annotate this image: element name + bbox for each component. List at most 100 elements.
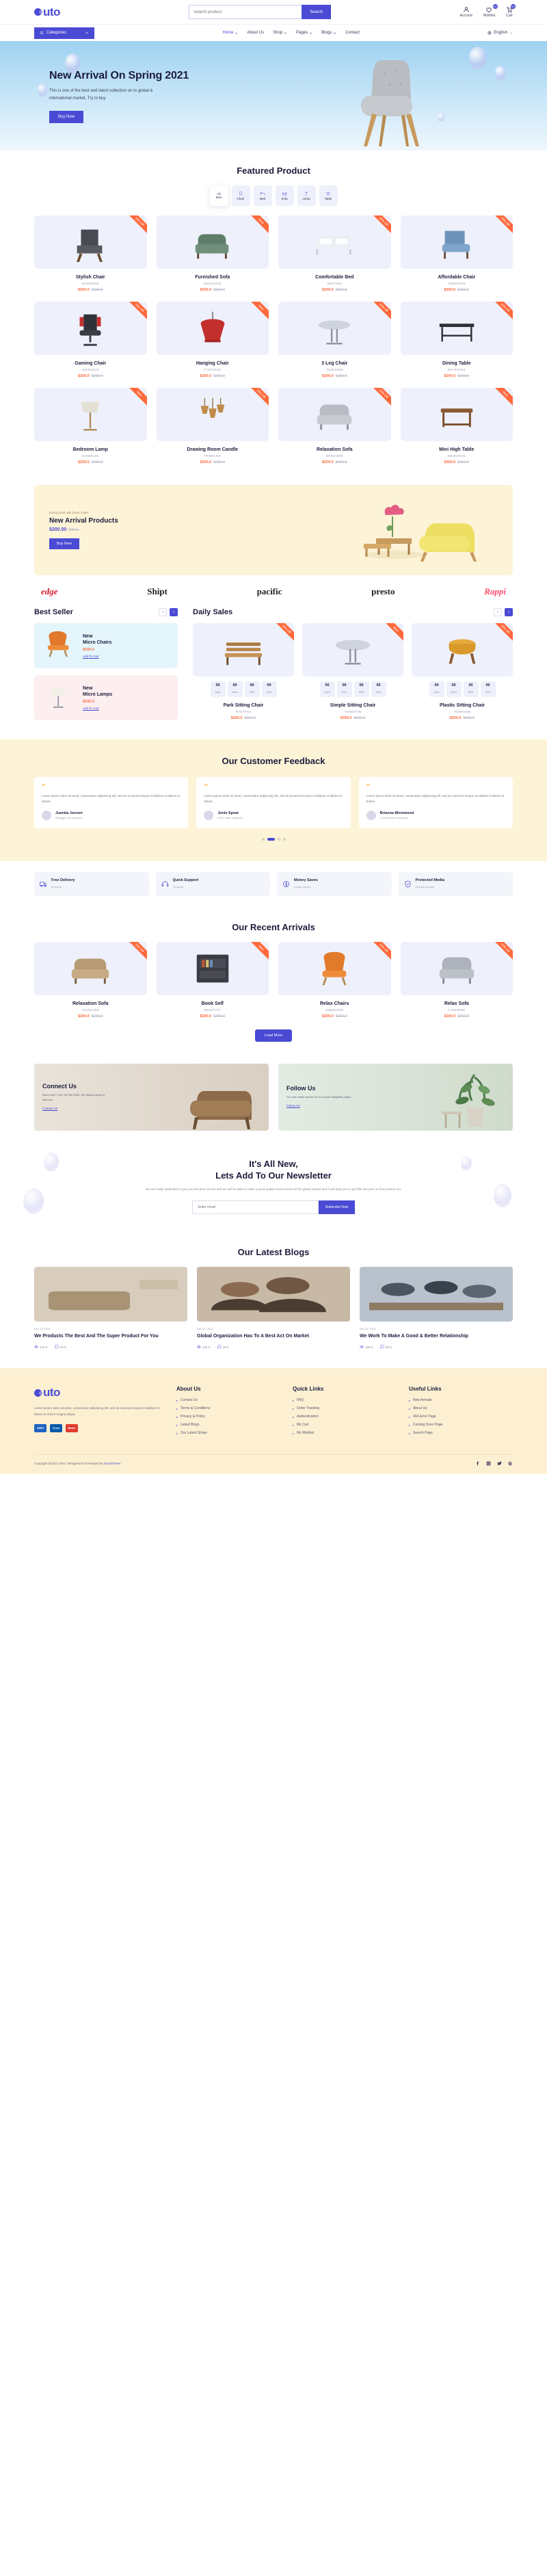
product-ribbon: 10% Off [124,302,147,325]
daily-sale-card[interactable]: 10% Off 00 Days 00 Hours 00 Mins 00 Secs Park Sit… [193,623,294,720]
footer-link[interactable]: Order Tracking [293,1406,397,1410]
product-card[interactable]: 10% Off Comfortable Bed B56TH56 $200.0 $250.… [278,215,391,292]
load-more-button[interactable]: Load More [254,1029,293,1042]
feedback-dot[interactable] [282,837,286,841]
nav-link-label: Contact [345,31,360,35]
best-seller-next-button[interactable]: › [170,608,178,616]
feedback-dot[interactable] [261,837,265,841]
newsletter-email-input[interactable] [191,1200,319,1214]
product-card[interactable]: New Mini High Table WE56HG45 $200.0 $250.0 [400,388,513,464]
newsletter-subscribe-button[interactable]: Subscribe Now [318,1200,356,1214]
nav-link-pages[interactable]: Pages [296,31,312,35]
product-card[interactable]: 15% Off 3 Leg Chair TH45SD89 $200.0 $250.0 [278,302,391,378]
nav-link-home[interactable]: Home [222,31,238,35]
nav-link-shop[interactable]: Shop [273,31,287,35]
product-price: $200.0 $250.0 [412,716,513,720]
tab-lamp[interactable]: Lamp [297,185,316,206]
add-to-cart-link[interactable]: Add To Cart [83,655,111,658]
best-seller-item[interactable]: New Micro Lamps $150.0 Add To Cart [34,675,178,720]
page-root: uto Search Account 00 Wishlist 00 Cart [0,0,547,1475]
footer-link[interactable]: Terms & Conditions [176,1406,280,1410]
tab-all-item[interactable]: All Item [209,185,228,206]
footer-link[interactable]: Authentication [293,1415,397,1419]
footer-logo[interactable]: uto [34,1386,164,1399]
tab-sofa[interactable]: Sofa [275,185,294,206]
footer-link[interactable]: Contact Us [176,1398,280,1402]
instagram-icon[interactable] [486,1461,491,1466]
footer-link[interactable]: Our Latest Shops [176,1431,280,1435]
footer-link[interactable]: Latest Blogs [176,1423,280,1427]
wishlist-button[interactable]: 00 Wishlist [483,4,498,18]
product-card[interactable]: 15% Off Relax Chairs MB56HG45 $200.0 $250.0 [278,941,391,1018]
pinterest-icon[interactable] [508,1461,513,1466]
product-card[interactable]: 15% Off Affordable Chair TR56J8765 $200.0 $2… [400,215,513,292]
author-role: Manager, eCommerce [55,815,83,819]
footer-link[interactable]: About Us [409,1406,513,1410]
daily-sales-title: Daily Sales [193,608,233,616]
product-sku: HG45HJ56 [81,1008,99,1012]
daily-sales-prev-button[interactable]: ‹ [494,608,502,616]
tab-bed[interactable]: Bed [253,185,272,206]
hero-buy-now-button[interactable]: Buy Now [49,110,84,123]
product-card[interactable]: New Book Self RE56TY67 $200.0 $250.0 [156,941,269,1018]
footer-link[interactable]: Search Page [409,1431,513,1435]
product-card[interactable]: 10% Off Relax Sofa TH45DB89 $200.0 $250.0 [400,941,513,1018]
product-card[interactable]: New Bedroom Lamp GH45KL65 $200.0 $250.0 [34,388,147,464]
product-name: Gaming Chair [75,361,107,366]
blog-card[interactable]: Nov 22, 2021 Global Organization Has To A… [197,1266,350,1349]
facebook-icon[interactable] [475,1461,480,1466]
product-card[interactable]: 10% Off Relaxation Sofa HG45HJ56 $200.0 $250… [34,941,147,1018]
footer-link[interactable]: 404 Error Page [409,1415,513,1419]
best-seller-prev-button[interactable]: ‹ [159,608,167,616]
add-to-cart-link[interactable]: Add To Cart [83,707,112,710]
nav-link-about-us[interactable]: About Us [247,31,264,35]
wishlist-count-badge: 00 [492,4,498,9]
tab-chair[interactable]: Chair [231,185,250,206]
search-button[interactable]: Search [302,5,332,19]
connect-link[interactable]: Contact Us [42,1107,57,1110]
twitter-icon[interactable] [497,1461,502,1466]
categories-button[interactable]: Categories [34,27,94,39]
site-logo[interactable]: uto [34,5,60,19]
best-seller-item[interactable]: New Micro Chairs $150.0 Add To Cart [34,623,178,668]
search-input[interactable] [189,5,302,19]
product-card[interactable]: 10% Off Gaming Chair HG45K6J5 $200.0 $250.0 [34,302,147,378]
daily-sales-next-button[interactable]: › [505,608,513,616]
payment-cards: AMEX Cirrus Master [34,1424,164,1433]
product-card[interactable]: 10% Off Stylish Chair N23HN456 $200.0 $250.0 [34,215,147,292]
product-card[interactable]: 10% Off Relaxation Sofa NF56HB89 $200.0 $250… [278,388,391,464]
nav-link-contact[interactable]: Contact [345,31,360,35]
bubble-decoration [495,66,506,81]
product-card[interactable]: 15% Off Drawing Room Candle PK89HJ56 $200.0… [156,388,269,464]
daily-sale-card[interactable]: 15% Off 00 Days 00 Hours 00 Mins 00 Secs Plastic … [412,623,513,720]
countdown-value: 00 [451,683,456,687]
copyright-link[interactable]: EnvyTheme [104,1462,120,1465]
promo-buy-now-button[interactable]: Buy Now [49,538,80,549]
cart-button[interactable]: 00 Cart [506,4,516,18]
blog-card[interactable]: Nov 20, 2021 We Products The Best And The… [34,1266,187,1349]
footer-link[interactable]: Privacy & Policy [176,1415,280,1419]
nav-link-blogs[interactable]: Blogs [321,31,336,35]
language-selector[interactable]: English [488,31,513,35]
product-card[interactable]: New Hanging Chair TY67HG45 $200.0 $250.0 [156,302,269,378]
top-actions: Account 00 Wishlist 00 Cart [460,4,516,18]
feedback-dot-active[interactable] [267,837,275,841]
footer-link[interactable]: New Arrivals [409,1398,513,1402]
feedback-dot[interactable] [277,837,280,841]
blogs-title: Our Latest Blogs [237,1246,310,1257]
footer-link[interactable]: My Cart [293,1423,397,1427]
product-card[interactable]: New Furnished Sofa M45HG435 $200.0 $250.0 [156,215,269,292]
copyright-text: Copyright @2021 Outo. Designed & Develop… [34,1462,105,1466]
tab-table[interactable]: Table [319,185,338,206]
product-card[interactable]: 10% Off Dining Table MK78GH54 $200.0 $250.0 [400,302,513,378]
blog-card[interactable]: Nov 24, 2021 We Work To Make A Good & Bet… [360,1266,513,1349]
footer-link[interactable]: FAQ [293,1398,397,1402]
follow-link[interactable]: Follow Us [286,1104,300,1107]
account-button[interactable]: Account [460,6,472,18]
daily-sale-card[interactable]: New 00 Days 00 Hours 00 Mins 00 Secs Simple Sitti… [302,623,403,720]
product-name: Relax Chairs [320,1001,349,1006]
footer-link[interactable]: My Wishlist [293,1431,397,1435]
footer-link[interactable]: Coming Soon Page [409,1423,513,1427]
product-sku: TH45DB89 [448,1008,466,1012]
footer-link-list: New Arrivals About Us 404 Error Page Coming… [409,1398,513,1435]
